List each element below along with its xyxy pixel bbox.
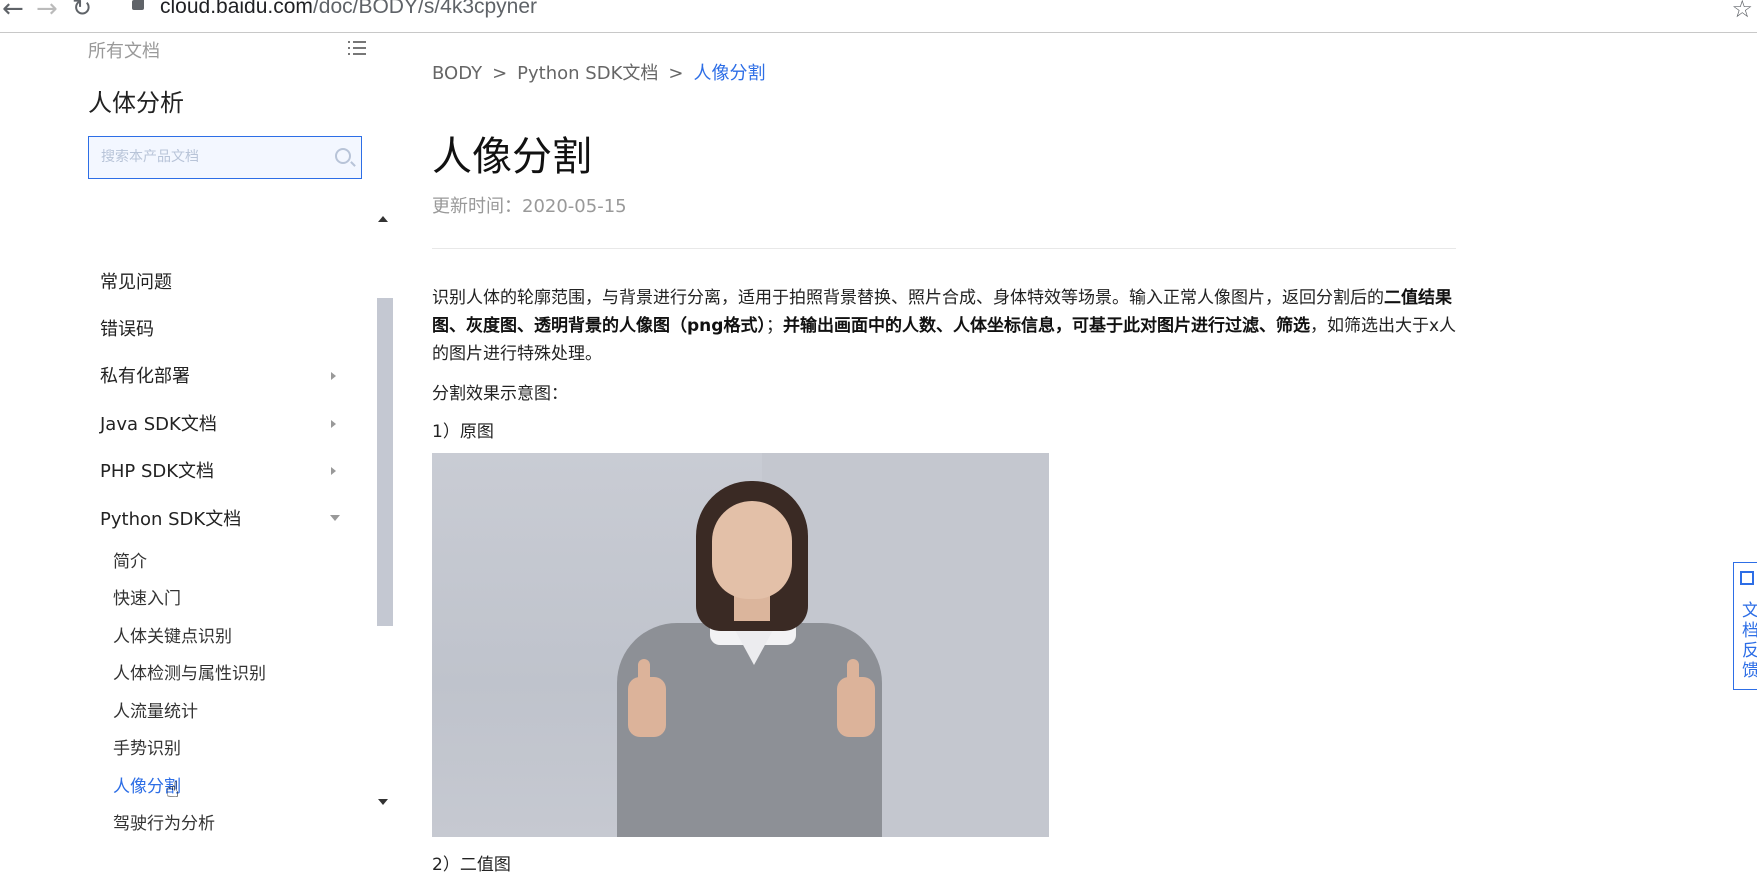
breadcrumb: BODY > Python SDK文档 > 人像分割	[432, 59, 765, 85]
sidebar-subitem-intro[interactable]: 简介	[113, 547, 147, 572]
url-path: /doc/BODY/s/4k3cpyner	[312, 0, 538, 18]
reload-icon[interactable]: ↻	[72, 0, 92, 22]
sidebar-item-php-sdk[interactable]: PHP SDK文档	[100, 457, 214, 483]
sidebar-subitem-driver-behavior[interactable]: 驾驶行为分析	[113, 809, 215, 834]
intro-text: 识别人体的轮廓范围，与背景进行分离，适用于拍照背景替换、照片合成、身体特效等场景…	[432, 288, 1384, 308]
breadcrumb-item-body[interactable]: BODY	[432, 63, 482, 84]
sidebar-subitem-quickstart[interactable]: 快速入门	[113, 584, 181, 609]
browser-toolbar: ← → ↻ cloud.baidu.com/doc/BODY/s/4k3cpyn…	[0, 0, 1757, 33]
doc-search-box	[88, 136, 362, 179]
sidebar-subitem-detection-attr[interactable]: 人体检测与属性识别	[113, 659, 266, 684]
edit-icon	[1740, 571, 1754, 585]
chevron-right-icon[interactable]	[331, 420, 336, 428]
all-docs-link[interactable]: 所有文档	[88, 37, 160, 63]
intro-text: ；	[765, 316, 783, 336]
forward-arrow-icon[interactable]: →	[36, 0, 58, 24]
step-original-label: 1）原图	[432, 422, 494, 442]
doc-feedback-tab[interactable]: 文档反馈	[1733, 562, 1757, 690]
sidebar-item-python-sdk[interactable]: Python SDK文档	[100, 505, 241, 531]
sidebar-scrollbar-thumb[interactable]	[377, 298, 393, 626]
page-title: 人像分割	[432, 134, 592, 180]
list-menu-icon[interactable]	[348, 40, 366, 56]
doc-search-input[interactable]	[101, 149, 321, 165]
address-bar[interactable]: cloud.baidu.com/doc/BODY/s/4k3cpyner	[160, 0, 537, 19]
update-time-value: 2020-05-15	[522, 196, 627, 217]
chevron-right-icon[interactable]	[331, 467, 336, 475]
intro-bold-text: 并输出画面中的人数、人体坐标信息，可基于此对图片进行过滤、筛选	[782, 316, 1310, 336]
step-binary-label: 2）二值图	[432, 855, 511, 875]
intro-paragraph: 识别人体的轮廓范围，与背景进行分离，适用于拍照背景替换、照片合成、身体特效等场景…	[432, 284, 1462, 368]
sidebar-subitem-crowd-count[interactable]: 人流量统计	[113, 697, 198, 722]
update-time-label: 更新时间：	[432, 196, 522, 217]
sidebar-item-error-codes[interactable]: 错误码	[100, 315, 154, 341]
feedback-label: 文档反馈	[1742, 601, 1757, 681]
search-icon[interactable]	[335, 148, 351, 164]
original-portrait-image	[432, 453, 1049, 837]
breadcrumb-item-python-sdk[interactable]: Python SDK文档	[517, 63, 658, 84]
sidebar-item-java-sdk[interactable]: Java SDK文档	[100, 410, 217, 436]
bookmark-star-icon[interactable]: ☆	[1731, 0, 1753, 23]
product-title: 人体分析	[88, 89, 184, 117]
breadcrumb-item-current[interactable]: 人像分割	[693, 63, 765, 84]
update-time: 更新时间：2020-05-15	[432, 192, 627, 218]
title-divider	[432, 248, 1456, 249]
sidebar-item-faq[interactable]: 常见问题	[100, 268, 172, 294]
sidebar-subitem-keypoints[interactable]: 人体关键点识别	[113, 622, 232, 647]
sidebar-subitem-gesture[interactable]: 手势识别	[113, 734, 181, 759]
breadcrumb-separator: >	[668, 63, 684, 84]
chevron-down-icon[interactable]	[330, 515, 340, 521]
effect-heading: 分割效果示意图：	[432, 384, 568, 404]
lock-icon	[132, 0, 144, 10]
sidebar-item-private-deploy[interactable]: 私有化部署	[100, 362, 190, 388]
breadcrumb-separator: >	[492, 63, 508, 84]
sidebar-scroll-down-icon[interactable]	[378, 799, 388, 805]
url-host: cloud.baidu.com	[160, 0, 313, 18]
chevron-right-icon[interactable]	[331, 372, 336, 380]
back-arrow-icon[interactable]: ←	[2, 0, 24, 24]
sidebar-scroll-up-icon[interactable]	[378, 216, 388, 222]
mouse-pointer-icon: ☝	[166, 778, 180, 803]
